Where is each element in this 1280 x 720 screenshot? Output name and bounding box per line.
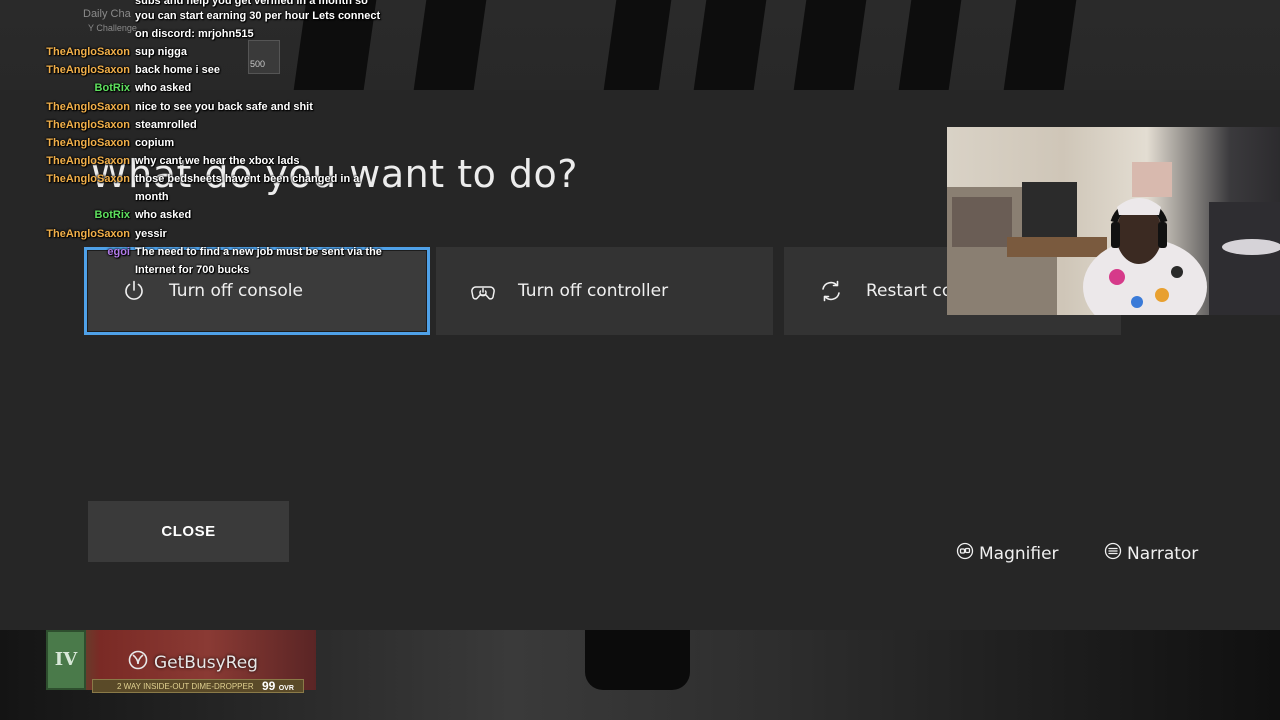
background-stripe	[1003, 0, 1077, 90]
gamertag: GetBusyReg	[128, 650, 258, 675]
chat-text: on discord: mrjohn515	[135, 28, 254, 40]
chat-username: TheAngloSaxon	[46, 46, 130, 58]
background-stripe	[603, 0, 672, 90]
chat-username: TheAngloSaxon	[46, 228, 130, 240]
chat-text: those bedsheets havent been changed in a	[135, 173, 360, 185]
chat-text: who asked	[135, 82, 192, 94]
turn-off-controller-label: Turn off controller	[518, 281, 669, 301]
chat-username: TheAngloSaxon	[46, 64, 130, 76]
magnifier-label: Magnifier	[979, 543, 1059, 564]
chat-text: yessir	[135, 228, 167, 240]
chat-text: Internet for 700 bucks	[135, 264, 250, 276]
chat-username: TheAngloSaxon	[46, 173, 130, 185]
chat-text: why cant we hear the xbox lads	[135, 155, 300, 167]
background-stripe	[898, 0, 962, 90]
webcam-feed	[947, 127, 1280, 315]
magnifier-icon	[956, 542, 974, 565]
chat-text: steamrolled	[135, 119, 197, 131]
chat-text: copium	[135, 137, 175, 149]
chat-username: egoi	[107, 246, 130, 258]
narrator-icon	[1104, 542, 1122, 565]
background-stripe	[693, 0, 767, 90]
chat-username: BotRix	[94, 209, 130, 221]
chat-username: TheAngloSaxon	[46, 119, 130, 131]
card-rating-value: 99	[262, 679, 276, 693]
chat-username: BotRix	[94, 82, 130, 94]
game-player-figure	[585, 630, 690, 690]
chat-text: back home i see	[135, 64, 220, 76]
gamertag-label: GetBusyReg	[154, 652, 258, 673]
close-button[interactable]: CLOSE	[88, 501, 289, 562]
background-stripe	[793, 0, 867, 90]
stream-chat: subs and help you get verified in a mont…	[0, 0, 400, 290]
turn-off-controller-button[interactable]: Turn off controller	[436, 247, 773, 335]
narrator-button[interactable]: Narrator	[1104, 542, 1198, 565]
magnifier-button[interactable]: Magnifier	[956, 542, 1059, 565]
chat-username: TheAngloSaxon	[46, 101, 130, 113]
narrator-label: Narrator	[1127, 543, 1199, 564]
card-tier-badge: IV	[46, 630, 86, 690]
restart-icon	[818, 278, 844, 304]
chat-username: TheAngloSaxon	[46, 137, 130, 149]
chat-text: sup nigga	[135, 46, 187, 58]
restart-console-label: Restart co	[866, 281, 953, 301]
card-rating: 99 OVR	[262, 679, 294, 693]
chat-username: TheAngloSaxon	[46, 155, 130, 167]
controller-power-icon	[470, 278, 496, 304]
xbox-logo-icon	[128, 650, 148, 675]
chat-text: who asked	[135, 209, 192, 221]
chat-text: nice to see you back safe and shit	[135, 101, 313, 113]
chat-text: The need to find a new job must be sent …	[135, 246, 382, 258]
chat-text: month	[135, 191, 169, 203]
chat-text: you can start earning 30 per hour Lets c…	[135, 10, 381, 22]
card-rating-suffix: OVR	[278, 685, 294, 692]
background-stripe	[413, 0, 487, 90]
